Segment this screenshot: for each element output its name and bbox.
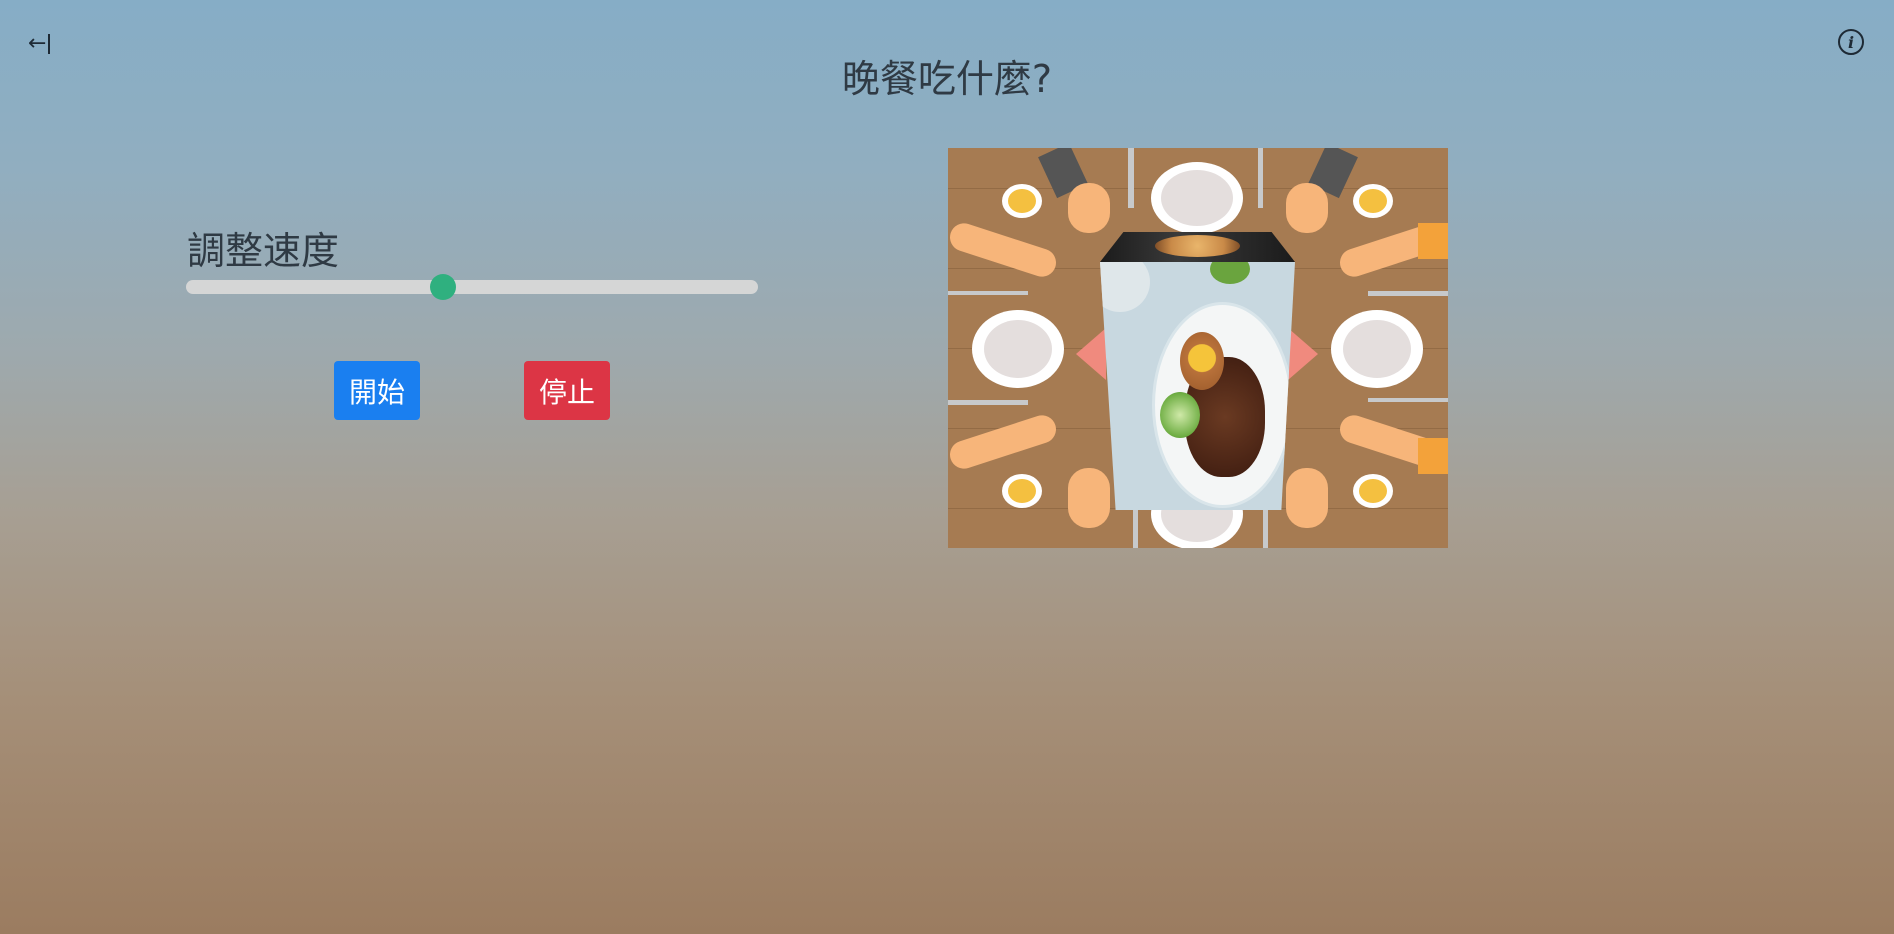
knife-icon [1368, 291, 1448, 296]
cup-icon [1002, 474, 1042, 508]
sleeve-icon [1418, 438, 1448, 474]
side-dish-image [1210, 262, 1250, 284]
knife-icon [1128, 148, 1134, 208]
left-arrow-icon [1076, 328, 1106, 380]
start-button[interactable]: 開始 [334, 361, 420, 420]
speed-slider[interactable] [186, 274, 758, 300]
hand-icon [948, 219, 1060, 281]
noodle-bowl-image [1155, 235, 1240, 257]
hand-icon [1286, 183, 1328, 233]
page-title: 晚餐吃什麼? [841, 57, 1053, 101]
right-arrow-icon [1288, 328, 1318, 380]
side-bowl-image [1100, 262, 1150, 312]
plate-icon [1151, 162, 1243, 234]
egg-image [1180, 332, 1224, 390]
hand-icon [1286, 468, 1328, 528]
speed-label: 調整速度 [187, 229, 340, 273]
fork-icon [1258, 148, 1263, 208]
stop-button[interactable]: 停止 [524, 361, 610, 420]
fork-icon [948, 291, 1028, 295]
plate-icon [972, 310, 1064, 388]
pickles-image [1160, 392, 1200, 438]
dinner-table-illustration [948, 148, 1448, 548]
knife-icon [1133, 508, 1138, 548]
fork-icon [1263, 508, 1268, 548]
plate-icon [1331, 310, 1423, 388]
cup-icon [1353, 474, 1393, 508]
speed-slider-thumb[interactable] [430, 274, 457, 300]
hand-icon [1068, 468, 1110, 528]
cup-icon [1353, 184, 1393, 218]
food-cube-front-face [1100, 262, 1295, 510]
sleeve-icon [1418, 223, 1448, 259]
cup-icon [1002, 184, 1042, 218]
hand-icon [948, 411, 1060, 473]
fork-icon [1368, 398, 1448, 402]
cube-top-face [1100, 232, 1295, 262]
knife-icon [948, 400, 1028, 405]
hand-icon [1068, 183, 1110, 233]
